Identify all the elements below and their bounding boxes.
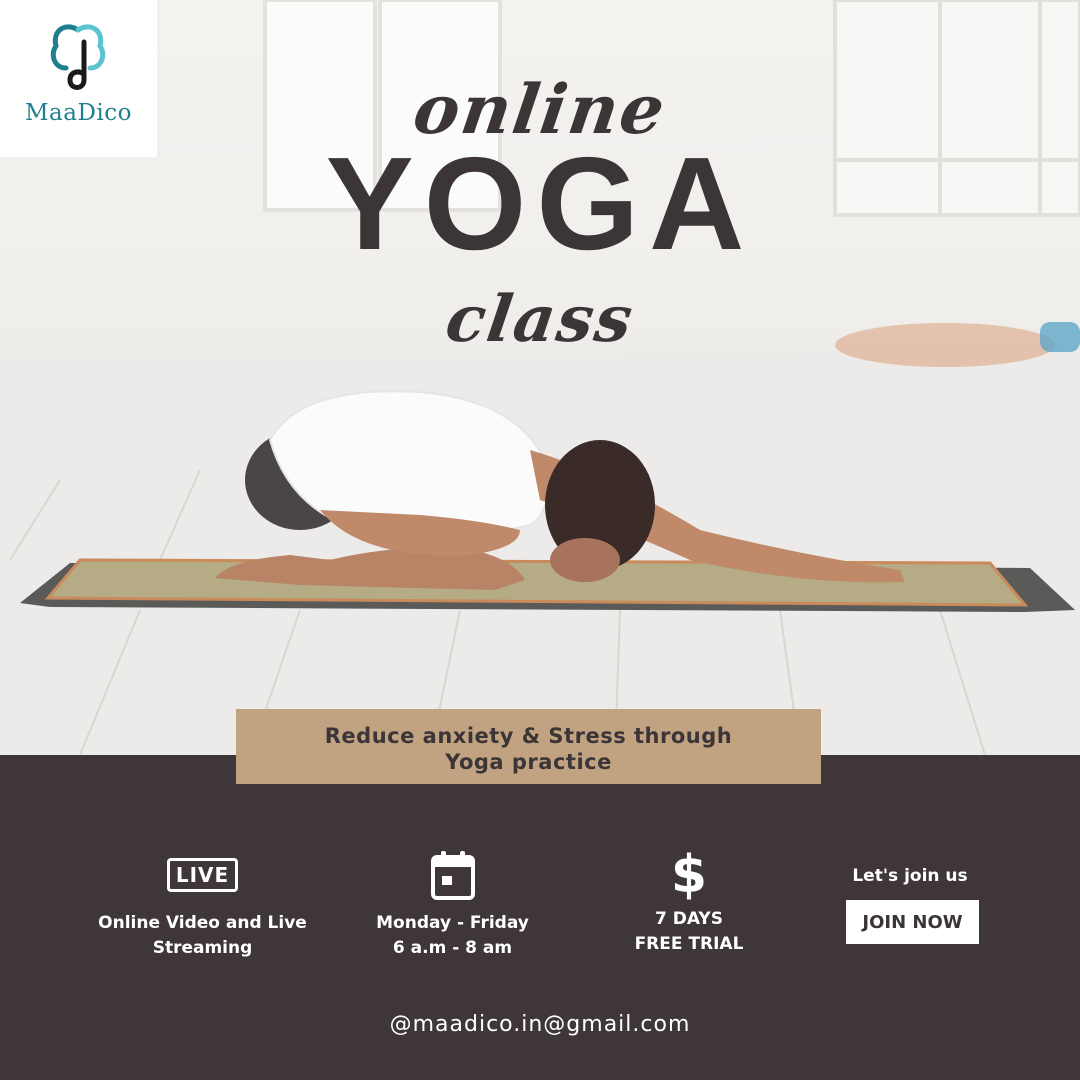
join-prompt: Let's join us: [852, 866, 968, 886]
feature-schedule-label: Monday - Friday 6 a.m - 8 am: [345, 911, 560, 961]
dollar-symbol: $: [670, 845, 708, 905]
yoga-poster: MaaDico online YOGA class Reduce anxiety…: [0, 0, 1080, 1080]
live-badge: LIVE: [166, 858, 239, 892]
feature-schedule-hours: 6 a.m - 8 am: [392, 938, 513, 958]
feature-live-label-line-2: Streaming: [152, 938, 253, 958]
tagline-line-2: Yoga practice: [445, 750, 612, 774]
title-yoga: YOGA: [325, 130, 755, 277]
feature-free-trial-label: 7 DAYS FREE TRIAL: [600, 907, 778, 957]
contact-email[interactable]: @maadico.in@gmail.com: [0, 1012, 1080, 1037]
live-icon: LIVE: [80, 845, 325, 905]
tagline-line-1: Reduce anxiety & Stress through: [324, 724, 733, 748]
tagline-banner: Reduce anxiety & Stress through Yoga pra…: [236, 709, 821, 784]
feature-schedule-days: Monday - Friday: [376, 913, 529, 933]
dollar-icon: $: [600, 845, 778, 905]
title-class: class: [441, 282, 639, 357]
feature-live-label-line-1: Online Video and Live: [98, 913, 307, 933]
feature-live: LIVE Online Video and Live Streaming: [80, 845, 325, 961]
join-now-button[interactable]: JOIN NOW: [846, 900, 979, 944]
calendar-svg: [430, 851, 475, 900]
feature-free-trial: $ 7 DAYS FREE TRIAL: [600, 845, 778, 957]
feature-schedule: Monday - Friday 6 a.m - 8 am: [345, 845, 560, 961]
feature-free-trial-line-2: FREE TRIAL: [634, 934, 744, 954]
tagline-text: Reduce anxiety & Stress through Yoga pra…: [236, 723, 821, 775]
feature-live-label: Online Video and Live Streaming: [80, 911, 325, 961]
calendar-icon: [345, 845, 560, 905]
feature-free-trial-line-1: 7 DAYS: [655, 909, 723, 929]
